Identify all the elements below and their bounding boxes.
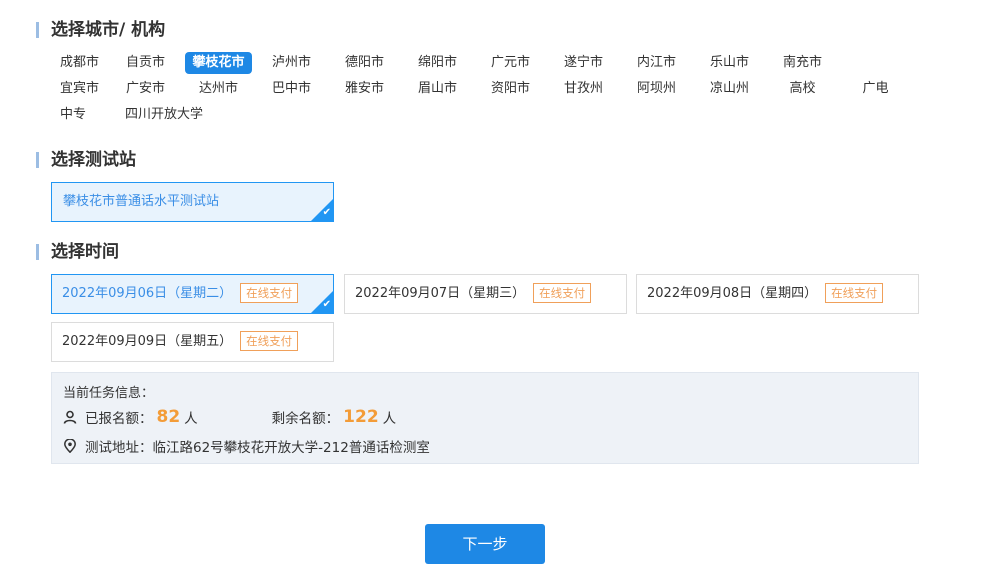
address-line: 测试地址： 临江路62号攀枝花开放大学-212普通话检测室 bbox=[63, 436, 430, 456]
station-section-title: 选择测试站 bbox=[36, 150, 136, 170]
city-option[interactable]: 巴中市 bbox=[255, 78, 328, 100]
city-option[interactable]: 南充市 bbox=[766, 52, 839, 74]
check-icon: ✔ bbox=[322, 299, 331, 310]
date-label: 2022年09月07日（星期三） bbox=[355, 286, 526, 301]
task-info-title: 当前任务信息： bbox=[63, 386, 155, 401]
next-step-button[interactable]: 下一步 bbox=[425, 524, 545, 564]
task-info-panel: 当前任务信息： 已报名额： 82 人 剩余名额： 122 人 测试地址： 临江路… bbox=[51, 372, 919, 464]
date-option[interactable]: 2022年09月07日（星期三） 在线支付 bbox=[344, 274, 627, 314]
remaining-count: 122 bbox=[343, 407, 379, 427]
city-option-selected[interactable]: 攀枝花市 bbox=[182, 52, 255, 74]
station-label: 攀枝花市普通话水平测试站 bbox=[63, 194, 220, 209]
check-icon: ✔ bbox=[322, 207, 331, 218]
online-pay-tag: 在线支付 bbox=[825, 282, 884, 303]
address-value: 临江路62号攀枝花开放大学-212普通话检测室 bbox=[152, 440, 430, 456]
quota-line: 已报名额： 82 人 剩余名额： 122 人 bbox=[63, 407, 396, 427]
city-row-2: 宜宾市 广安市 达州市 巴中市 雅安市 眉山市 资阳市 甘孜州 阿坝州 凉山州 … bbox=[52, 78, 912, 100]
city-option[interactable]: 广电 bbox=[839, 78, 912, 100]
date-option[interactable]: 2022年09月09日（星期五） 在线支付 bbox=[51, 322, 334, 362]
city-option[interactable]: 眉山市 bbox=[401, 78, 474, 100]
date-label: 2022年09月06日（星期二） bbox=[62, 286, 233, 301]
city-option[interactable]: 德阳市 bbox=[328, 52, 401, 74]
city-option[interactable]: 泸州市 bbox=[255, 52, 328, 74]
remaining-label: 剩余名额： bbox=[271, 411, 340, 427]
city-option[interactable]: 阿坝州 bbox=[620, 78, 693, 100]
city-row-3: 中专 四川开放大学 bbox=[52, 104, 219, 126]
registered-count: 82 bbox=[156, 407, 181, 427]
date-option[interactable]: 2022年09月08日（星期四） 在线支付 bbox=[636, 274, 919, 314]
city-option[interactable]: 遂宁市 bbox=[547, 52, 620, 74]
city-option[interactable]: 乐山市 bbox=[693, 52, 766, 74]
city-option[interactable]: 凉山州 bbox=[693, 78, 766, 100]
city-option[interactable]: 广元市 bbox=[474, 52, 547, 74]
city-option[interactable]: 四川开放大学 bbox=[109, 104, 219, 126]
address-label: 测试地址： bbox=[85, 440, 153, 456]
date-option-selected[interactable]: 2022年09月06日（星期二） 在线支付 ✔ bbox=[51, 274, 334, 314]
city-section-title: 选择城市/ 机构 bbox=[36, 20, 165, 40]
city-option[interactable]: 资阳市 bbox=[474, 78, 547, 100]
city-option[interactable]: 宜宾市 bbox=[52, 78, 109, 100]
city-option[interactable]: 内江市 bbox=[620, 52, 693, 74]
city-option[interactable]: 雅安市 bbox=[328, 78, 401, 100]
online-pay-tag: 在线支付 bbox=[240, 330, 299, 351]
time-section-title: 选择时间 bbox=[36, 242, 119, 262]
registered-unit: 人 bbox=[184, 411, 198, 427]
registered-label: 已报名额： bbox=[85, 411, 153, 427]
city-option[interactable]: 高校 bbox=[766, 78, 839, 100]
city-row-1: 成都市 自贡市 攀枝花市 泸州市 德阳市 绵阳市 广元市 遂宁市 内江市 乐山市… bbox=[52, 52, 839, 74]
location-pin-icon bbox=[64, 439, 76, 453]
city-option[interactable]: 自贡市 bbox=[109, 52, 182, 74]
online-pay-tag: 在线支付 bbox=[240, 282, 299, 303]
city-selected-label: 攀枝花市 bbox=[185, 52, 252, 74]
city-option[interactable]: 成都市 bbox=[52, 52, 109, 74]
date-label: 2022年09月09日（星期五） bbox=[62, 334, 233, 349]
online-pay-tag: 在线支付 bbox=[533, 282, 592, 303]
city-option[interactable]: 达州市 bbox=[182, 78, 255, 100]
city-option[interactable]: 中专 bbox=[52, 104, 109, 126]
city-option[interactable]: 广安市 bbox=[109, 78, 182, 100]
city-option[interactable]: 甘孜州 bbox=[547, 78, 620, 100]
station-option-selected[interactable]: 攀枝花市普通话水平测试站 ✔ bbox=[51, 182, 334, 222]
date-label: 2022年09月08日（星期四） bbox=[647, 286, 818, 301]
city-option[interactable]: 绵阳市 bbox=[401, 52, 474, 74]
user-icon bbox=[63, 410, 77, 424]
remaining-unit: 人 bbox=[382, 411, 397, 427]
